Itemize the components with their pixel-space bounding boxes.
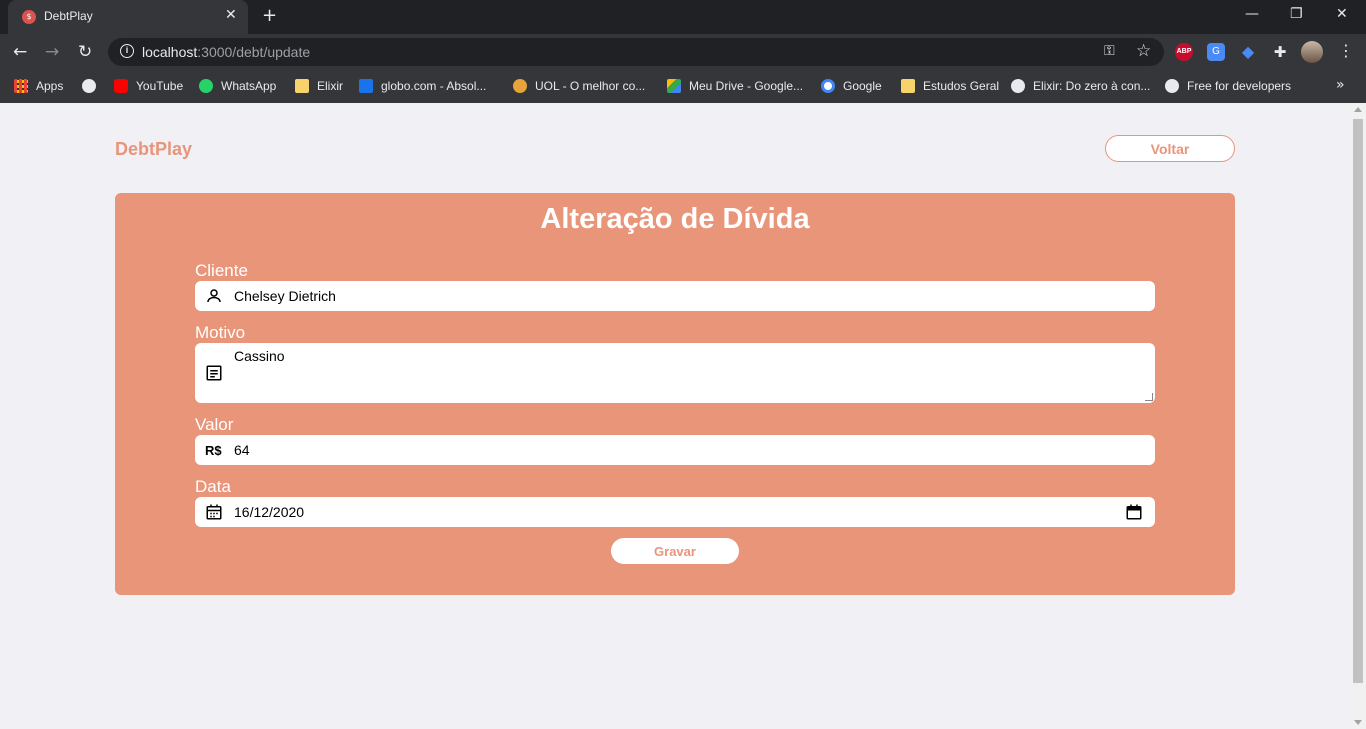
app-logo[interactable]: DebtPlay — [115, 139, 192, 160]
amount-field[interactable]: R$ 64 — [195, 435, 1155, 465]
reason-textarea[interactable]: Cassino — [195, 343, 1155, 403]
bookmark-free-dev[interactable]: Free for developers — [1165, 77, 1291, 95]
close-tab-icon[interactable]: ✕ — [225, 7, 237, 23]
browser-menu-icon[interactable]: ⋮ — [1338, 41, 1354, 60]
more-bookmarks-icon[interactable]: » — [1336, 77, 1345, 93]
scroll-down-arrow-icon[interactable] — [1354, 720, 1362, 725]
globe-icon — [1165, 79, 1179, 93]
forward-arrow-icon[interactable]: → — [45, 42, 59, 62]
date-picker-icon[interactable] — [1125, 503, 1143, 521]
client-field[interactable]: Chelsey Dietrich — [195, 281, 1155, 311]
page-scrollbar[interactable] — [1350, 103, 1366, 729]
key-icon[interactable]: ⚿ — [1104, 43, 1115, 59]
graduation-cap-icon[interactable]: ◆ — [1239, 43, 1257, 61]
close-window-icon[interactable]: ✕ — [1336, 6, 1348, 22]
date-field[interactable]: 16/12/2020 — [195, 497, 1155, 527]
drive-icon — [667, 79, 681, 93]
bookmark-star-icon[interactable]: ☆ — [1136, 41, 1151, 61]
adblock-icon[interactable]: ABP — [1175, 43, 1193, 61]
bookmark-drive[interactable]: Meu Drive - Google... — [667, 77, 803, 95]
amount-value: 64 — [234, 442, 250, 458]
debtplay-favicon-icon: $ — [22, 10, 36, 24]
back-arrow-icon[interactable]: ← — [13, 42, 27, 62]
url-text: localhost:3000/debt/update — [142, 44, 311, 60]
new-tab-icon[interactable]: + — [262, 5, 277, 26]
globe-icon — [82, 79, 96, 93]
reason-value: Cassino — [234, 348, 285, 364]
scroll-up-arrow-icon[interactable] — [1354, 107, 1362, 112]
resize-handle-icon[interactable] — [1145, 393, 1153, 401]
user-icon — [207, 289, 221, 303]
google-icon — [821, 79, 835, 93]
debt-update-form: Alteração de Dívida Cliente Chelsey Diet… — [115, 193, 1235, 595]
restore-icon[interactable]: ❐ — [1290, 6, 1303, 22]
date-value: 16/12/2020 — [234, 504, 305, 520]
bookmarks-bar: Apps YouTube WhatsApp Elixir globo.com -… — [0, 70, 1366, 103]
bookmark-folder-estudos[interactable]: Estudos Geral — [901, 77, 999, 95]
globe-icon — [1011, 79, 1025, 93]
date-label: Data — [195, 477, 231, 496]
amount-label: Valor — [195, 415, 234, 434]
apps-grid-icon — [14, 79, 28, 93]
calendar-icon — [206, 504, 222, 520]
extensions-puzzle-icon[interactable]: ✚ — [1271, 43, 1289, 61]
scroll-thumb[interactable] — [1353, 119, 1363, 683]
back-button[interactable]: Voltar — [1105, 135, 1235, 162]
reason-label: Motivo — [195, 323, 246, 342]
client-label: Cliente — [195, 261, 248, 280]
save-button[interactable]: Gravar — [611, 538, 739, 564]
translate-icon[interactable]: G — [1207, 43, 1225, 61]
folder-icon — [901, 79, 915, 93]
bookmark-google[interactable]: Google — [821, 77, 882, 95]
page-title: Alteração de Dívida — [540, 203, 810, 235]
bookmark-elixir-zero[interactable]: Elixir: Do zero à con... — [1011, 77, 1150, 95]
site-info-icon[interactable]: i — [120, 44, 134, 58]
bookmark-uol[interactable]: UOL - O melhor co... — [513, 77, 645, 95]
profile-avatar[interactable] — [1301, 41, 1323, 63]
youtube-icon — [114, 79, 128, 93]
whatsapp-icon — [199, 79, 213, 93]
minimize-icon[interactable]: — — [1245, 6, 1259, 22]
tab-title: DebtPlay — [44, 9, 93, 23]
reload-icon[interactable]: ↻ — [78, 42, 92, 62]
bookmark-globo[interactable]: globo.com - Absol... — [359, 77, 486, 95]
browser-tab[interactable]: $ DebtPlay ✕ — [8, 0, 248, 34]
client-value: Chelsey Dietrich — [234, 288, 336, 304]
note-icon — [206, 365, 222, 381]
bookmark-globe[interactable] — [82, 77, 104, 95]
address-bar[interactable]: i localhost:3000/debt/update ⚿ ☆ — [108, 38, 1164, 66]
folder-icon — [295, 79, 309, 93]
browser-tab-bar: $ DebtPlay ✕ + — ❐ ✕ — [0, 0, 1366, 34]
currency-prefix: R$ — [205, 443, 222, 458]
page-content: DebtPlay Voltar Alteração de Dívida Clie… — [0, 103, 1350, 729]
uol-icon — [513, 79, 527, 93]
bookmark-youtube[interactable]: YouTube — [114, 77, 183, 95]
bookmark-apps[interactable]: Apps — [14, 77, 63, 95]
globo-icon — [359, 79, 373, 93]
bookmark-whatsapp[interactable]: WhatsApp — [199, 77, 276, 95]
browser-toolbar: ← → ↻ i localhost:3000/debt/update ⚿ ☆ A… — [0, 34, 1366, 70]
bookmark-folder-elixir[interactable]: Elixir — [295, 77, 343, 95]
